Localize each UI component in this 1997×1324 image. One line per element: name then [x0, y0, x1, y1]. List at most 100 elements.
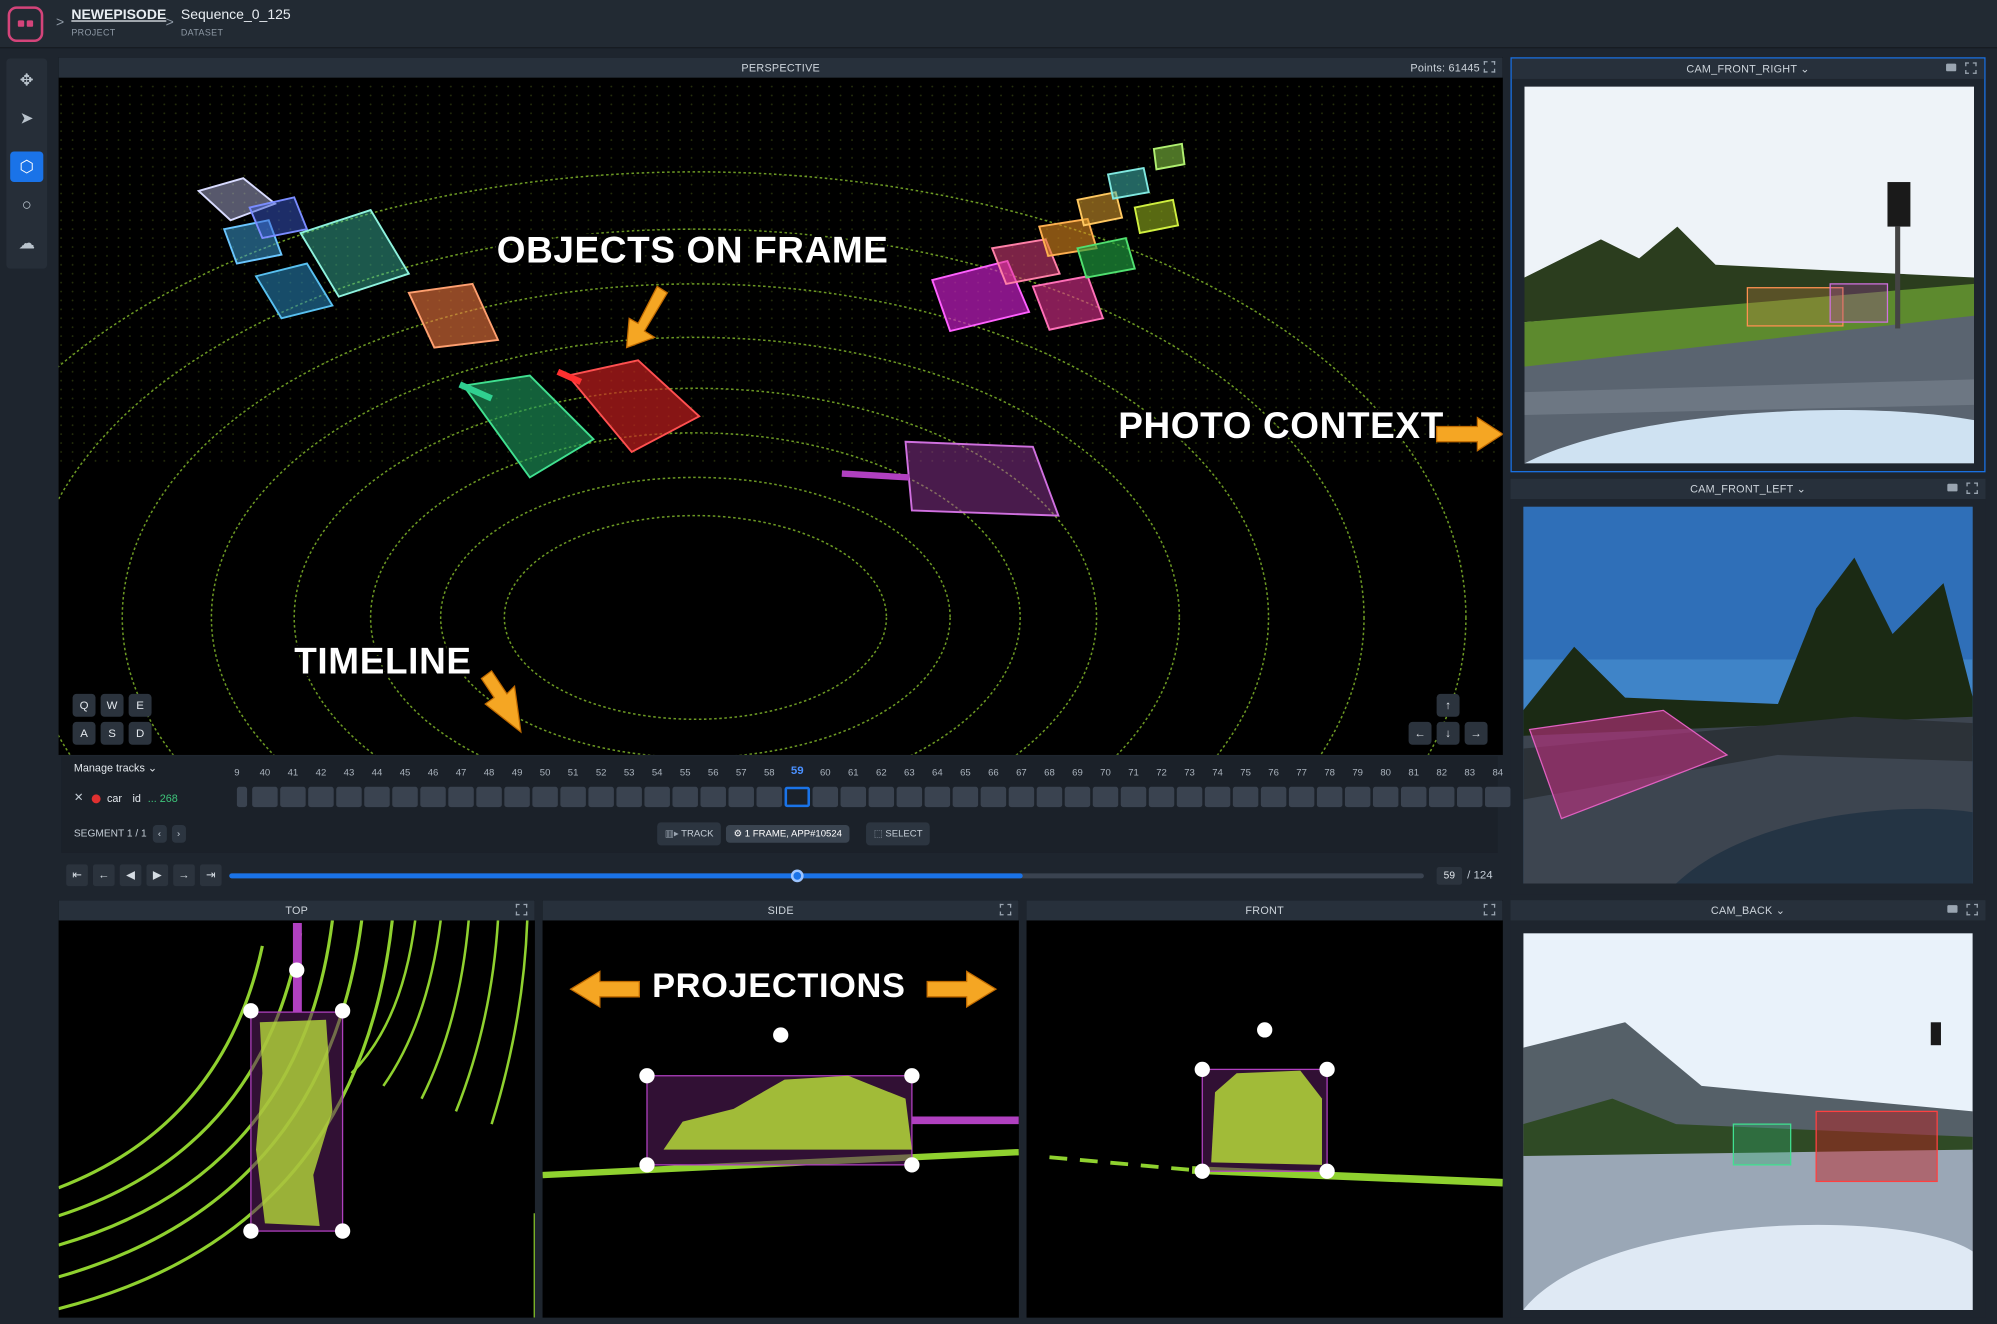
frame-cell[interactable] — [1344, 786, 1371, 808]
key-w[interactable]: W — [100, 693, 124, 717]
frame-cell[interactable] — [1428, 786, 1455, 808]
key-d[interactable]: D — [128, 721, 152, 745]
frame-number[interactable]: 65 — [951, 766, 979, 777]
frame-cell[interactable] — [476, 786, 502, 808]
frame-number[interactable]: 80 — [1372, 766, 1400, 777]
frame-number[interactable]: 56 — [699, 766, 727, 777]
frame-number[interactable]: 47 — [447, 766, 475, 777]
frame-cell[interactable] — [616, 786, 642, 808]
frame-number[interactable]: 61 — [839, 766, 867, 777]
frame-number[interactable]: 66 — [979, 766, 1007, 777]
last-frame-button[interactable]: ⇥ — [199, 864, 222, 887]
frame-cell[interactable] — [840, 786, 867, 808]
frame-number[interactable]: 76 — [1260, 766, 1288, 777]
frame-cell[interactable] — [236, 786, 248, 808]
breadcrumb-project[interactable]: NEWEPISODE PROJECT — [71, 8, 166, 39]
frame-cell[interactable] — [1148, 786, 1175, 808]
key-a[interactable]: A — [72, 721, 96, 745]
cloud-icon[interactable]: ☁ — [10, 228, 43, 259]
nav-left-icon[interactable]: ← — [1408, 721, 1432, 745]
frame-cell[interactable] — [1008, 786, 1035, 808]
frame-number[interactable]: 57 — [727, 766, 755, 777]
circle-icon[interactable]: ○ — [10, 190, 43, 221]
track-close-icon[interactable]: ✕ — [74, 791, 84, 805]
move-icon[interactable]: ✥ — [10, 65, 43, 96]
frame-cell[interactable] — [644, 786, 670, 808]
frame-number[interactable]: 49 — [503, 766, 531, 777]
camera-panel-front-left[interactable]: CAM_FRONT_LEFT ⌄ — [1510, 478, 1986, 895]
frame-cell[interactable] — [420, 786, 446, 808]
frame-number[interactable]: 67 — [1007, 766, 1035, 777]
frame-number[interactable]: 55 — [671, 766, 699, 777]
play-back-button[interactable]: ◀ — [119, 864, 142, 887]
frame-cell[interactable] — [1260, 786, 1287, 808]
frame-number[interactable]: 9 — [223, 766, 251, 777]
frame-cell[interactable] — [364, 786, 390, 808]
frame-cell[interactable] — [336, 786, 362, 808]
frame-number[interactable]: 73 — [1176, 766, 1204, 777]
frame-number[interactable]: 41 — [279, 766, 307, 777]
frame-number[interactable]: 63 — [895, 766, 923, 777]
key-q[interactable]: Q — [72, 693, 96, 717]
frame-number[interactable]: 51 — [559, 766, 587, 777]
frame-number[interactable]: 46 — [419, 766, 447, 777]
frame-cell[interactable] — [756, 786, 782, 808]
project-name[interactable]: NEWEPISODE — [71, 8, 166, 23]
first-frame-button[interactable]: ⇤ — [66, 864, 88, 887]
top-projection[interactable] — [58, 920, 535, 1318]
frame-number[interactable]: 43 — [335, 766, 363, 777]
nav-right-icon[interactable]: → — [1464, 721, 1488, 745]
breadcrumb-dataset[interactable]: Sequence_0_125 DATASET — [181, 8, 291, 39]
frame-cell[interactable] — [1092, 786, 1119, 808]
frame-number[interactable]: 68 — [1035, 766, 1063, 777]
camera-panel-back[interactable]: CAM_BACK ⌄ — [1510, 900, 1986, 1318]
frame-cell[interactable] — [588, 786, 614, 808]
frame-cell[interactable] — [252, 786, 278, 808]
frame-number[interactable]: 62 — [867, 766, 895, 777]
fullscreen-icon[interactable] — [1965, 62, 1977, 74]
frame-number[interactable]: 82 — [1428, 766, 1456, 777]
fullscreen-icon[interactable] — [999, 903, 1012, 916]
frame-number[interactable]: 45 — [391, 766, 419, 777]
frame-number[interactable]: 83 — [1456, 766, 1484, 777]
progress-track[interactable] — [229, 869, 1424, 883]
frame-cell[interactable] — [1064, 786, 1091, 808]
frame-cell[interactable] — [1316, 786, 1343, 808]
frame-cell[interactable] — [1372, 786, 1399, 808]
key-e[interactable]: E — [128, 693, 152, 717]
fullscreen-icon[interactable] — [515, 903, 528, 916]
segment-next-button[interactable]: › — [171, 824, 186, 843]
frame-cell[interactable] — [1204, 786, 1231, 808]
key-s[interactable]: S — [100, 721, 124, 745]
nav-up-icon[interactable]: ↑ — [1436, 693, 1460, 717]
frame-cell[interactable] — [1288, 786, 1315, 808]
side-view[interactable]: SIDE PROJECTIONS — [542, 900, 1019, 1318]
frame-cell[interactable] — [1176, 786, 1203, 808]
frame-number[interactable]: 70 — [1091, 766, 1119, 777]
frame-number[interactable]: 75 — [1232, 766, 1260, 777]
frame-number[interactable]: 64 — [923, 766, 951, 777]
frame-cell[interactable] — [868, 786, 895, 808]
frame-number[interactable]: 54 — [643, 766, 671, 777]
frame-cell[interactable] — [1485, 786, 1511, 808]
camera-icon[interactable] — [1946, 63, 1957, 72]
cursor-icon[interactable]: ➤ — [10, 103, 43, 134]
top-view[interactable]: TOP — [58, 900, 535, 1318]
frame-cell[interactable] — [1232, 786, 1259, 808]
nav-down-icon[interactable]: ↓ — [1436, 721, 1460, 745]
frame-number[interactable]: 58 — [755, 766, 783, 777]
next-frame-button[interactable]: → — [173, 864, 195, 887]
frame-cell[interactable] — [1120, 786, 1147, 808]
frame-number[interactable]: 59 — [783, 764, 811, 777]
manage-tracks-dropdown[interactable]: Manage tracks ⌄ — [74, 761, 157, 775]
frame-cell[interactable] — [1400, 786, 1427, 808]
frame-number[interactable]: 69 — [1063, 766, 1091, 777]
camera-name-dropdown[interactable]: CAM_BACK ⌄ — [1711, 904, 1785, 917]
camera-icon[interactable] — [1947, 483, 1958, 492]
frame-number[interactable]: 60 — [811, 766, 839, 777]
frame-cell[interactable] — [504, 786, 530, 808]
frame-cell[interactable] — [980, 786, 1007, 808]
frame-number[interactable]: 71 — [1119, 766, 1147, 777]
frame-cell[interactable] — [1456, 786, 1483, 808]
cuboid-icon[interactable]: ⬡ — [10, 151, 44, 183]
